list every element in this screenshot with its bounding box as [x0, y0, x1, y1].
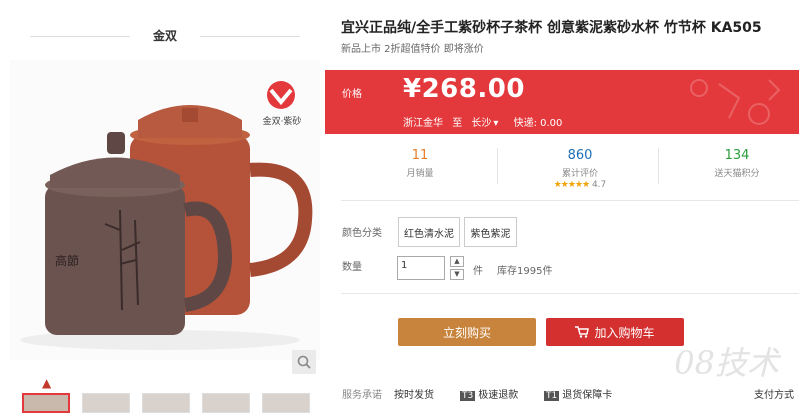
service-promise: 服务承诺 按时发货 T3 极速退款 T1 退货保障卡 支付方式 — [342, 386, 799, 401]
brand-logo-caption: 金双·紫砂 — [262, 117, 302, 127]
thumbnail[interactable] — [142, 393, 190, 413]
stat-reviews[interactable]: 860 累计评价 ★★★★★ 4.7 — [505, 148, 655, 190]
service-item[interactable]: T1 退货保障卡 — [544, 386, 612, 401]
service-badge: T1 — [544, 391, 560, 401]
decorative-pattern — [690, 79, 781, 125]
quantity-unit: 件 — [473, 266, 483, 277]
chevron-down-icon: ▾ — [493, 118, 499, 129]
quantity-label: 数量 — [342, 262, 362, 273]
thumbnail[interactable] — [82, 393, 130, 413]
shipping-fee: 快递: 0.00 — [513, 118, 563, 129]
calligraphy-mark: 高節 — [55, 253, 79, 268]
thumbnail[interactable] — [22, 393, 70, 413]
divider — [341, 293, 799, 294]
quantity-increase-button[interactable]: ▲ — [450, 256, 464, 267]
quantity-decrease-button[interactable]: ▼ — [450, 269, 464, 280]
shipping-to-label: 至 — [452, 118, 463, 129]
price-value: ¥268.00 — [403, 74, 525, 104]
service-item-text: 按时发货 — [394, 390, 434, 401]
divider — [200, 36, 300, 37]
rating-value: 4.7 — [591, 180, 607, 190]
divider — [658, 148, 659, 184]
divider — [497, 148, 498, 184]
service-item[interactable]: 按时发货 — [394, 386, 434, 401]
stat-points: 134 送天猫积分 — [662, 148, 799, 179]
chevron-up-icon[interactable]: ▲ — [42, 376, 51, 390]
watermark: 08技术 — [674, 344, 779, 382]
service-item-text: 极速退款 — [478, 390, 519, 401]
brand-logo: 金双·紫砂 — [262, 80, 302, 127]
thumbnail[interactable] — [202, 393, 250, 413]
brand-logo-icon — [267, 81, 295, 109]
product-stats: 11 月销量 860 累计评价 ★★★★★ 4.7 134 送天猫积分 — [325, 142, 799, 196]
stock-count: 库存1995件 — [497, 266, 553, 277]
star-rating-icon: ★★★★★ — [553, 180, 590, 190]
service-item-text: 退货保障卡 — [562, 390, 613, 401]
product-info-panel: 宜兴正品纯/全手工紫砂杯子茶杯 创意紫泥紫砂水杯 竹节杯 KA505 新品上市 … — [325, 0, 799, 413]
price-label: 价格 — [342, 89, 362, 100]
divider — [341, 200, 799, 201]
color-option-label: 颜色分类 — [342, 228, 382, 239]
shop-header: 金双 — [30, 24, 300, 48]
quantity-input[interactable]: 1 — [397, 256, 445, 280]
search-icon — [297, 355, 311, 369]
shipping-from: 浙江金华 — [403, 118, 443, 129]
product-subtitle: 新品上市 2折超值特价 即将涨价 — [341, 44, 484, 55]
review-label: 累计评价 — [561, 169, 598, 179]
monthly-sales-count: 11 — [411, 148, 429, 163]
thumbnail[interactable] — [262, 393, 310, 413]
add-to-cart-button[interactable]: 加入购物车 — [546, 318, 684, 346]
rating: ★★★★★ 4.7 — [505, 180, 655, 190]
monthly-sales-label: 月销量 — [406, 169, 434, 179]
color-option-red[interactable]: 红色清水泥 — [398, 217, 460, 247]
cart-icon — [575, 326, 590, 338]
gallery-panel: 金双 高節 金双·紫砂 ▲ — [0, 0, 325, 413]
service-item-text: 支付方式 — [754, 390, 794, 401]
buy-now-button[interactable]: 立刻购买 — [398, 318, 536, 346]
service-item[interactable]: T3 极速退款 — [460, 386, 518, 401]
product-title: 宜兴正品纯/全手工紫砂杯子茶杯 创意紫泥紫砂水杯 竹节杯 KA505 — [341, 20, 762, 36]
buy-now-label: 立刻购买 — [442, 325, 491, 340]
price-panel: 价格 ¥268.00 浙江金华 至 长沙 ▾ 快递: 0.00 — [325, 70, 799, 134]
review-count: 860 — [567, 148, 593, 163]
add-to-cart-label: 加入购物车 — [594, 325, 655, 340]
shipping-info: 浙江金华 至 长沙 ▾ 快递: 0.00 — [403, 114, 568, 129]
shipping-destination: 长沙 — [471, 118, 492, 129]
zoom-button[interactable] — [292, 350, 316, 374]
service-label: 服务承诺 — [342, 390, 382, 401]
points-count: 134 — [724, 148, 750, 163]
service-item[interactable]: 支付方式 — [754, 386, 794, 401]
color-option-purple[interactable]: 紫色紫泥 — [464, 217, 517, 247]
service-badge: T3 — [460, 391, 476, 401]
stat-monthly-sales: 11 月销量 — [345, 148, 495, 179]
shipping-destination-select[interactable]: 长沙 ▾ — [471, 118, 504, 129]
points-label: 送天猫积分 — [714, 169, 760, 179]
